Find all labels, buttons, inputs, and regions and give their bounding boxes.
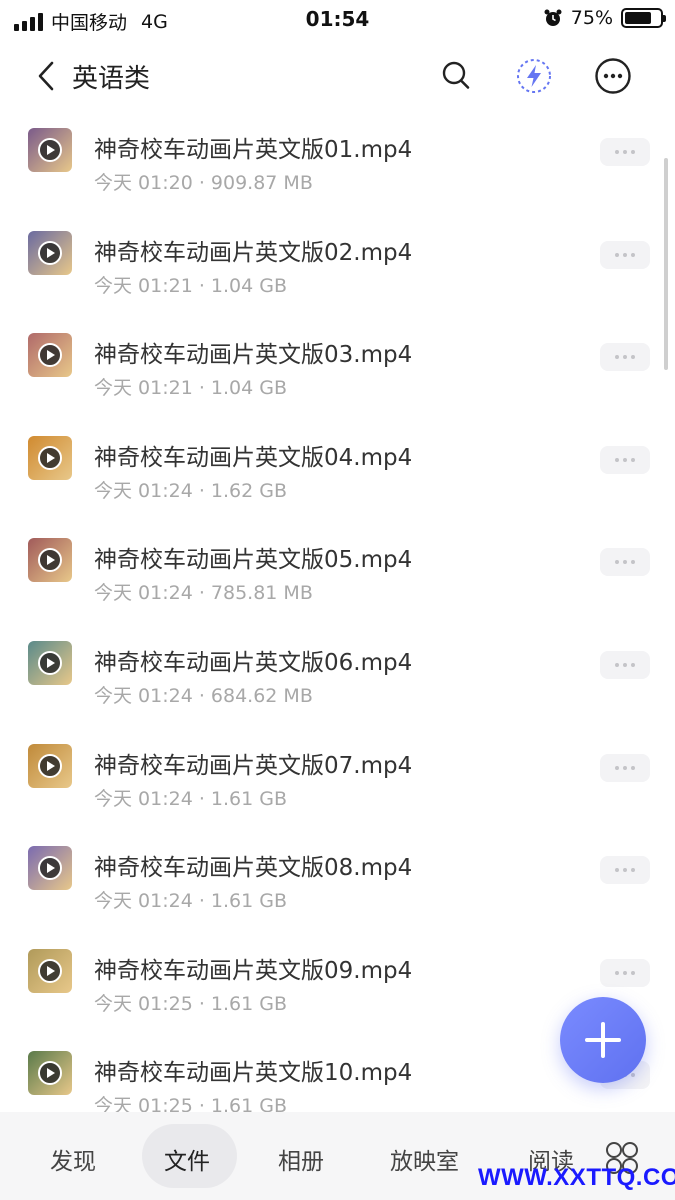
file-meta: 今天 01:24 · 1.62 GB xyxy=(94,479,288,502)
back-icon[interactable] xyxy=(30,58,66,94)
file-more-button[interactable] xyxy=(600,343,650,372)
file-name: 神奇校车动画片英文版01.mp4 xyxy=(94,137,413,163)
play-icon xyxy=(38,856,62,881)
add-button[interactable] xyxy=(560,997,646,1083)
video-thumbnail xyxy=(28,333,72,378)
file-row[interactable]: 神奇校车动画片英文版08.mp4 今天 01:24 · 1.61 GB xyxy=(0,830,675,933)
watermark: WWW.XXTTQ.COM xyxy=(478,1164,675,1191)
play-icon xyxy=(38,445,62,470)
page-title: 英语类 xyxy=(72,64,151,94)
file-row[interactable]: 神奇校车动画片英文版03.mp4 今天 01:21 · 1.04 GB xyxy=(0,317,675,420)
file-name: 神奇校车动画片英文版08.mp4 xyxy=(94,855,413,882)
file-name: 神奇校车动画片英文版05.mp4 xyxy=(94,547,413,574)
file-more-button[interactable] xyxy=(600,650,650,679)
play-icon xyxy=(38,1061,62,1086)
tab-album[interactable]: 相册 xyxy=(278,1142,324,1176)
video-thumbnail xyxy=(28,230,72,275)
file-more-button[interactable] xyxy=(600,856,650,885)
file-more-button[interactable] xyxy=(600,240,650,269)
file-name: 神奇校车动画片英文版07.mp4 xyxy=(94,752,413,779)
status-bar: 中国移动 4G 01:54 75% xyxy=(0,0,675,38)
battery-icon xyxy=(621,8,666,28)
file-meta: 今天 01:21 · 1.04 GB xyxy=(94,377,288,400)
video-thumbnail xyxy=(28,743,72,788)
video-thumbnail xyxy=(28,948,72,993)
file-meta: 今天 01:25 · 1.61 GB xyxy=(94,992,288,1015)
file-meta: 今天 01:20 · 909.87 MB xyxy=(94,172,313,194)
file-more-button[interactable] xyxy=(600,548,650,577)
battery-percent: 75% xyxy=(570,7,613,29)
tab-files[interactable]: 文件 xyxy=(164,1142,210,1176)
file-row[interactable]: 神奇校车动画片英文版01.mp4 今天 01:20 · 909.87 MB xyxy=(0,112,675,215)
file-more-button[interactable] xyxy=(600,445,650,474)
search-icon[interactable] xyxy=(436,56,476,96)
play-icon xyxy=(38,753,62,778)
play-icon xyxy=(38,240,62,265)
file-more-button[interactable] xyxy=(600,753,650,782)
lightning-icon[interactable] xyxy=(514,56,554,96)
file-name: 神奇校车动画片英文版02.mp4 xyxy=(94,239,413,266)
play-icon xyxy=(38,343,62,368)
play-icon xyxy=(38,650,62,675)
scrollbar[interactable] xyxy=(664,158,668,370)
video-thumbnail xyxy=(28,128,72,172)
video-thumbnail xyxy=(28,846,72,891)
file-row[interactable]: 神奇校车动画片英文版05.mp4 今天 01:24 · 785.81 MB xyxy=(0,522,675,625)
alarm-icon xyxy=(544,9,562,26)
file-name: 神奇校车动画片英文版04.mp4 xyxy=(94,444,413,471)
file-name: 神奇校车动画片英文版06.mp4 xyxy=(94,649,413,676)
file-name: 神奇校车动画片英文版09.mp4 xyxy=(94,957,413,984)
video-thumbnail xyxy=(28,640,72,685)
more-icon[interactable] xyxy=(593,56,633,96)
video-thumbnail xyxy=(28,435,72,480)
file-name: 神奇校车动画片英文版03.mp4 xyxy=(94,342,413,369)
file-row[interactable]: 神奇校车动画片英文版06.mp4 今天 01:24 · 684.62 MB xyxy=(0,625,675,728)
file-meta: 今天 01:24 · 1.61 GB xyxy=(94,787,288,810)
file-list: 神奇校车动画片英文版01.mp4 今天 01:20 · 909.87 MB 神奇校车… xyxy=(0,112,675,1138)
tab-discover[interactable]: 发现 xyxy=(50,1142,96,1176)
video-thumbnail xyxy=(28,538,72,583)
file-meta: 今天 01:24 · 785.81 MB xyxy=(94,582,313,605)
nav-header: 英语类 xyxy=(0,44,675,108)
play-icon xyxy=(38,138,62,162)
file-name: 神奇校车动画片英文版10.mp4 xyxy=(94,1060,413,1087)
file-more-button[interactable] xyxy=(600,138,650,166)
file-meta: 今天 01:21 · 1.04 GB xyxy=(94,274,288,297)
file-row[interactable]: 神奇校车动画片英文版02.mp4 今天 01:21 · 1.04 GB xyxy=(0,215,675,318)
status-right: 75% xyxy=(543,7,666,29)
video-thumbnail xyxy=(28,1051,72,1096)
file-more-button[interactable] xyxy=(600,958,650,987)
play-icon xyxy=(38,548,62,573)
file-meta: 今天 01:24 · 684.62 MB xyxy=(94,684,313,707)
file-meta: 今天 01:24 · 1.61 GB xyxy=(94,890,288,913)
file-row[interactable]: 神奇校车动画片英文版04.mp4 今天 01:24 · 1.62 GB xyxy=(0,420,675,523)
tab-cinema[interactable]: 放映室 xyxy=(390,1142,459,1176)
file-row[interactable]: 神奇校车动画片英文版07.mp4 今天 01:24 · 1.61 GB xyxy=(0,728,675,831)
play-icon xyxy=(38,958,62,983)
